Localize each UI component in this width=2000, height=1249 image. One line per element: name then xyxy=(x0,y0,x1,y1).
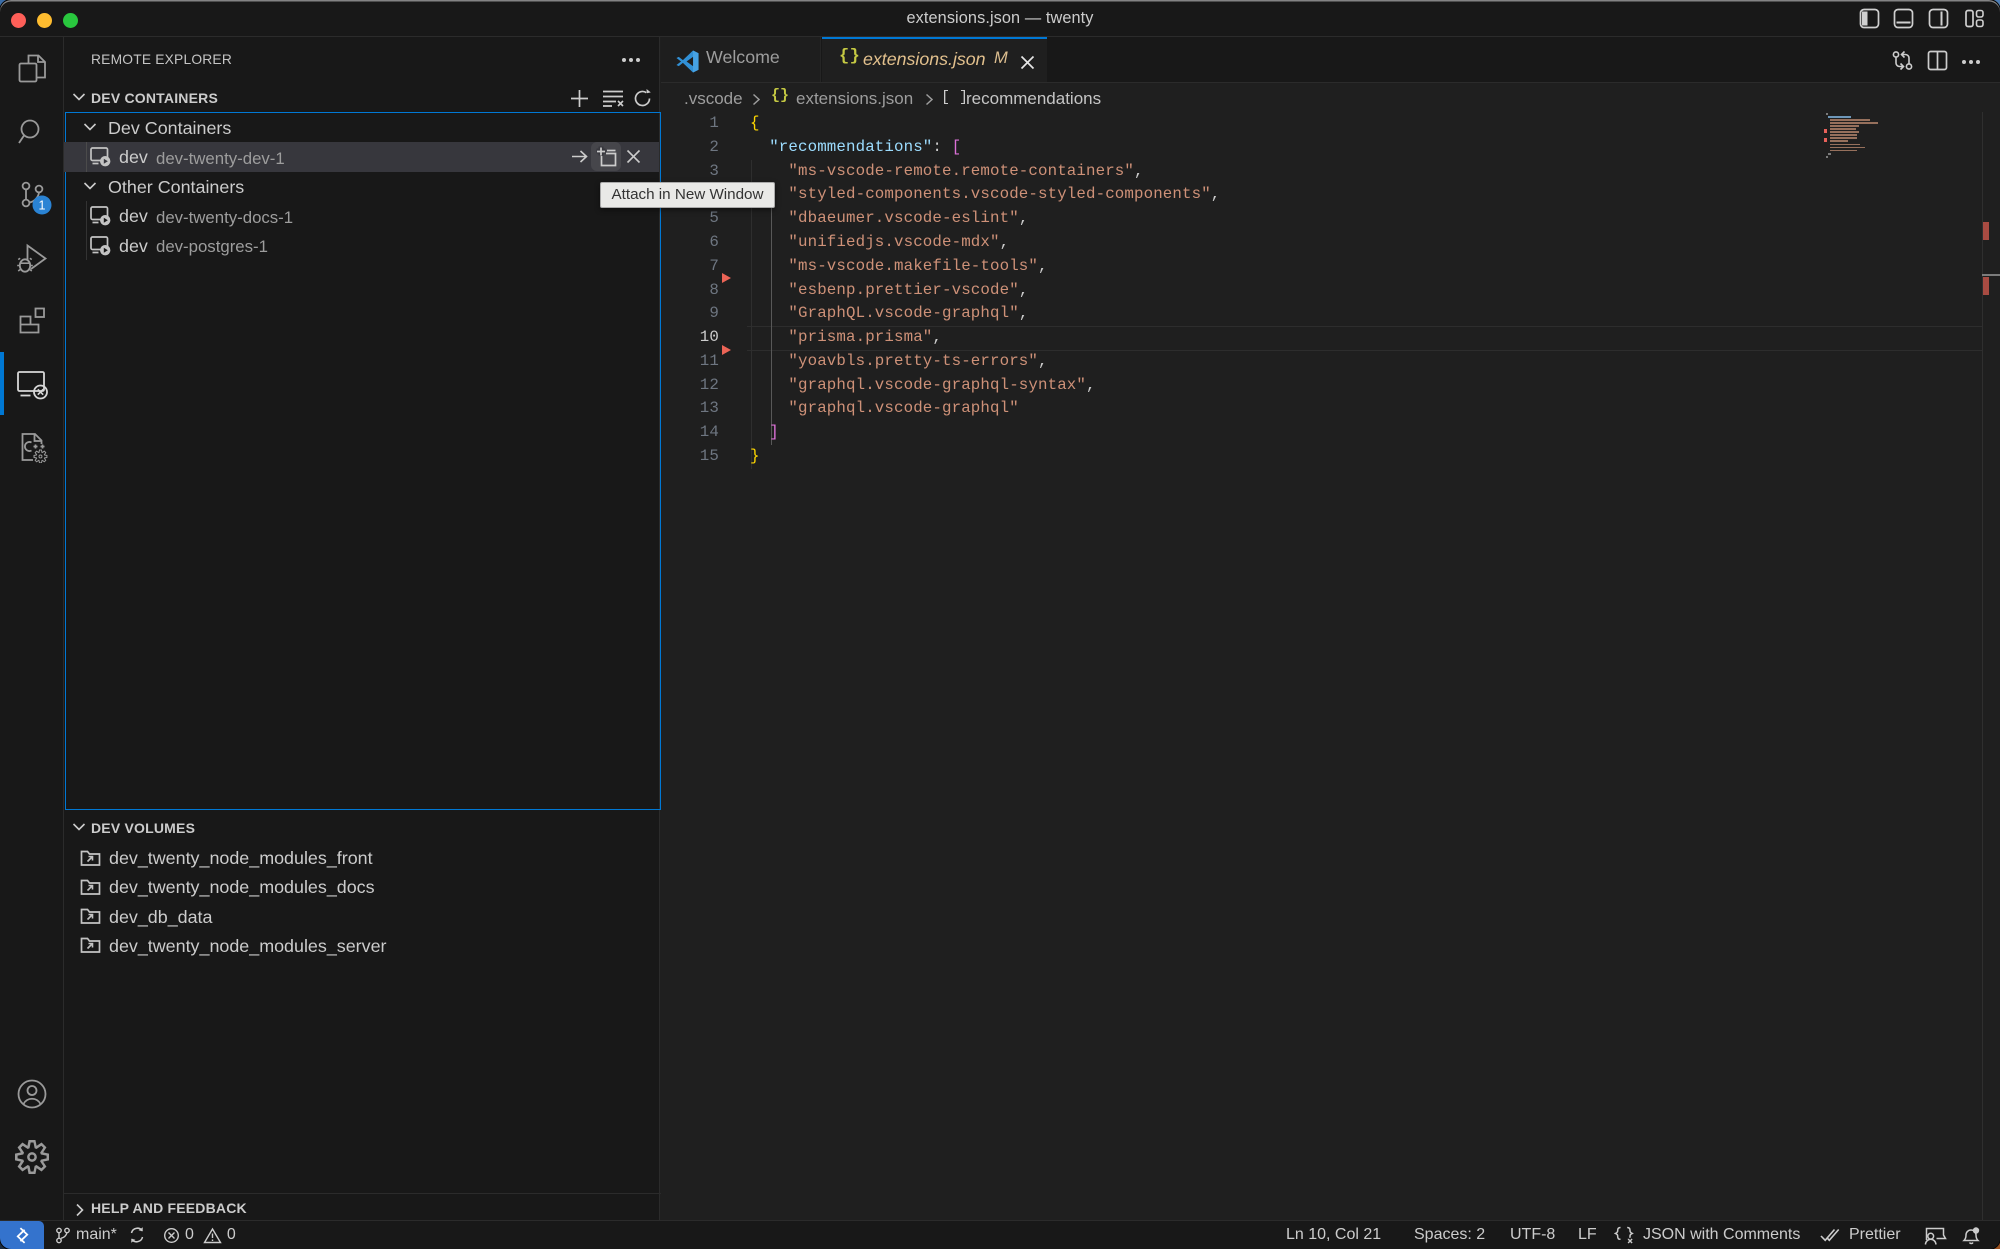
svg-text:1: 1 xyxy=(39,199,46,213)
